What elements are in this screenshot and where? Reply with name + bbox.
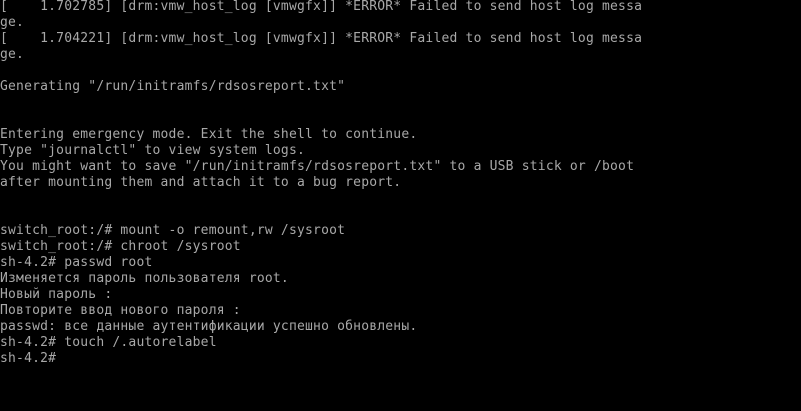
terminal-line: switch_root:/# chroot /sysroot <box>0 239 241 254</box>
terminal-line: Изменяется пароль пользователя root. <box>0 271 289 286</box>
terminal-line: Generating "/run/initramfs/rdsosreport.t… <box>0 79 346 94</box>
terminal-line: Повторите ввод нового пароля : <box>0 303 241 318</box>
terminal-line: Entering emergency mode. Exit the shell … <box>0 127 418 142</box>
terminal-line: You might want to save "/run/initramfs/r… <box>0 159 635 174</box>
terminal-line: passwd: все данные аутентификации успешн… <box>0 319 418 334</box>
terminal-line: sh-4.2# passwd root <box>0 255 153 270</box>
terminal-line: sh-4.2# touch /.autorelabel <box>0 335 217 350</box>
terminal-output: [ 1.702785] [drm:vmw_host_log [vmwgfx]] … <box>0 0 642 367</box>
terminal-line: ge. <box>0 47 25 62</box>
terminal-line: ge. <box>0 15 25 30</box>
terminal-line: Type "journalctl" to view system logs. <box>0 143 306 158</box>
terminal-line: switch_root:/# mount -o remount,rw /sysr… <box>0 223 346 238</box>
shell-prompt[interactable]: sh-4.2# <box>0 351 642 367</box>
terminal-console[interactable]: [ 1.702785] [drm:vmw_host_log [vmwgfx]] … <box>0 0 801 411</box>
terminal-line: Новый пароль : <box>0 287 113 302</box>
terminal-line: [ 1.704221] [drm:vmw_host_log [vmwgfx]] … <box>0 31 643 46</box>
terminal-line: [ 1.702785] [drm:vmw_host_log [vmwgfx]] … <box>0 0 643 14</box>
terminal-line: after mounting them and attach it to a b… <box>0 175 402 190</box>
